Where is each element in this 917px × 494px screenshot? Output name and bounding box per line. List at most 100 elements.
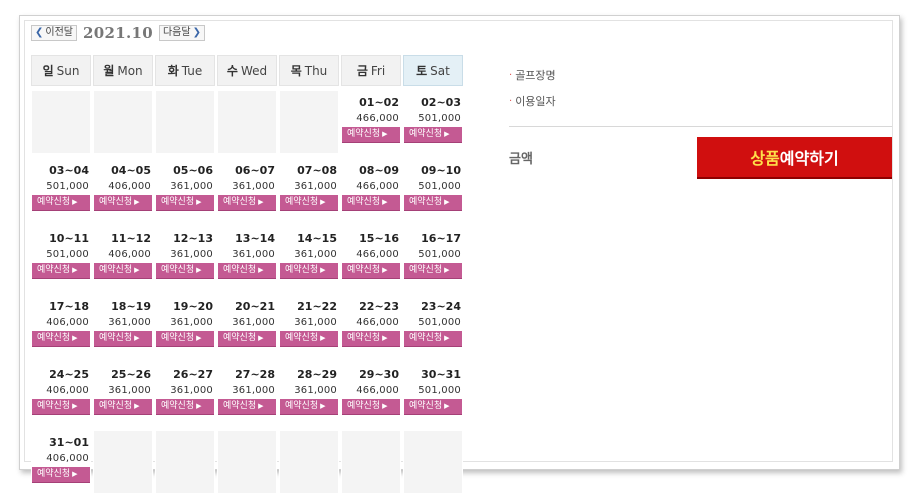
book-request-button[interactable]: 예약신청 ▶: [32, 399, 90, 415]
calendar-day-empty: [155, 90, 215, 154]
weekday-ko: 월: [103, 64, 115, 78]
weekday-en: Mon: [117, 64, 143, 78]
book-request-label: 예약신청: [223, 197, 257, 207]
book-request-label: 예약신청: [161, 333, 195, 343]
book-request-button[interactable]: 예약신청 ▶: [342, 399, 400, 415]
book-request-button[interactable]: 예약신청 ▶: [218, 399, 276, 415]
book-request-button[interactable]: 예약신청 ▶: [94, 399, 152, 415]
bullet-icon: ·: [509, 95, 513, 107]
book-request-button[interactable]: 예약신청 ▶: [404, 399, 462, 415]
calendar-day: 23~24 501,000 예약신청 ▶: [403, 294, 463, 358]
book-request-button[interactable]: 예약신청 ▶: [32, 467, 90, 483]
date-range: 29~30: [359, 368, 399, 381]
play-arrow-icon: ▶: [382, 402, 388, 410]
calendar-day: 10~11 501,000 예약신청 ▶: [31, 226, 91, 290]
book-request-button[interactable]: 예약신청 ▶: [342, 127, 400, 143]
day-price: 501,000: [418, 113, 461, 124]
book-request-label: 예약신청: [285, 401, 319, 411]
book-request-label: 예약신청: [37, 401, 71, 411]
chevron-right-icon: ❯: [192, 27, 201, 38]
date-range: 16~17: [421, 232, 461, 245]
calendar-day: 02~03 501,000 예약신청 ▶: [403, 90, 463, 154]
book-request-button[interactable]: 예약신청 ▶: [218, 195, 276, 211]
day-price: 361,000: [232, 317, 275, 328]
calendar-day-empty: [93, 90, 153, 154]
calendar-day-empty: [279, 430, 339, 494]
play-arrow-icon: ▶: [444, 198, 450, 206]
current-month: 2021.10: [83, 24, 153, 42]
book-request-label: 예약신청: [409, 197, 443, 207]
calendar-day: 28~29 361,000 예약신청 ▶: [279, 362, 339, 426]
weekday-ko: 토: [416, 64, 428, 78]
day-price: 361,000: [294, 385, 337, 396]
book-request-button[interactable]: 예약신청 ▶: [94, 331, 152, 347]
weekday-en: Fri: [370, 64, 386, 78]
day-price: 361,000: [108, 385, 151, 396]
book-request-button[interactable]: 예약신청 ▶: [404, 127, 462, 143]
reserve-product-button[interactable]: 상품 예약하기: [697, 137, 892, 179]
book-request-button[interactable]: 예약신청 ▶: [32, 263, 90, 279]
info-golf-name: · 골프장명: [509, 62, 892, 88]
reserve-highlight-text: 상품: [750, 149, 780, 168]
calendar-day: 04~05 406,000 예약신청 ▶: [93, 158, 153, 222]
day-price: 466,000: [356, 317, 399, 328]
calendar-day: 08~09 466,000 예약신청 ▶: [341, 158, 401, 222]
book-request-button[interactable]: 예약신청 ▶: [342, 195, 400, 211]
calendar-week: 17~18 406,000 예약신청 ▶ 18~19 361,000 예약신청 ▶ 19~20 3…: [31, 294, 463, 358]
book-request-button[interactable]: 예약신청 ▶: [404, 263, 462, 279]
book-request-button[interactable]: 예약신청 ▶: [342, 263, 400, 279]
book-request-label: 예약신청: [347, 333, 381, 343]
day-price: 361,000: [170, 181, 213, 192]
date-range: 13~14: [235, 232, 275, 245]
weekday-header: 금 Fri: [341, 55, 401, 86]
book-request-button[interactable]: 예약신청 ▶: [156, 195, 214, 211]
prev-month-button[interactable]: ❮ 이전달: [31, 25, 77, 41]
play-arrow-icon: ▶: [196, 198, 202, 206]
book-request-button[interactable]: 예약신청 ▶: [280, 263, 338, 279]
calendar-day: 06~07 361,000 예약신청 ▶: [217, 158, 277, 222]
date-range: 23~24: [421, 300, 461, 313]
weekday-header: 토 Sat: [403, 55, 463, 86]
book-request-button[interactable]: 예약신청 ▶: [218, 263, 276, 279]
book-request-button[interactable]: 예약신청 ▶: [404, 195, 462, 211]
play-arrow-icon: ▶: [196, 334, 202, 342]
book-request-label: 예약신청: [161, 265, 195, 275]
calendar-day: 07~08 361,000 예약신청 ▶: [279, 158, 339, 222]
day-price: 406,000: [108, 181, 151, 192]
book-request-button[interactable]: 예약신청 ▶: [404, 331, 462, 347]
play-arrow-icon: ▶: [320, 266, 326, 274]
book-request-label: 예약신청: [37, 265, 71, 275]
date-range: 31~01: [49, 436, 89, 449]
book-request-button[interactable]: 예약신청 ▶: [280, 195, 338, 211]
book-request-button[interactable]: 예약신청 ▶: [280, 399, 338, 415]
calendar-day-empty: [93, 430, 153, 494]
book-request-button[interactable]: 예약신청 ▶: [32, 195, 90, 211]
play-arrow-icon: ▶: [320, 334, 326, 342]
day-price: 361,000: [108, 317, 151, 328]
book-request-button[interactable]: 예약신청 ▶: [94, 195, 152, 211]
calendar-day: 29~30 466,000 예약신청 ▶: [341, 362, 401, 426]
date-range: 12~13: [173, 232, 213, 245]
day-price: 466,000: [356, 113, 399, 124]
date-range: 27~28: [235, 368, 275, 381]
calendar-day-empty: [403, 430, 463, 494]
next-month-button[interactable]: 다음달 ❯: [158, 25, 205, 41]
calendar-day-empty: [217, 90, 277, 154]
book-request-button[interactable]: 예약신청 ▶: [94, 263, 152, 279]
book-request-button[interactable]: 예약신청 ▶: [280, 331, 338, 347]
book-request-button[interactable]: 예약신청 ▶: [156, 263, 214, 279]
reserve-text: 예약하기: [779, 149, 839, 168]
book-request-button[interactable]: 예약신청 ▶: [32, 331, 90, 347]
weekday-header: 수 Wed: [217, 55, 277, 86]
day-price: 501,000: [46, 181, 89, 192]
book-request-button[interactable]: 예약신청 ▶: [156, 399, 214, 415]
weekday-header: 월 Mon: [93, 55, 153, 86]
prev-month-label: 이전달: [45, 27, 73, 38]
book-request-button[interactable]: 예약신청 ▶: [218, 331, 276, 347]
book-request-label: 예약신청: [223, 265, 257, 275]
day-price: 466,000: [356, 181, 399, 192]
play-arrow-icon: ▶: [320, 198, 326, 206]
book-request-button[interactable]: 예약신청 ▶: [342, 331, 400, 347]
book-request-button[interactable]: 예약신청 ▶: [156, 331, 214, 347]
day-price: 406,000: [46, 453, 89, 464]
